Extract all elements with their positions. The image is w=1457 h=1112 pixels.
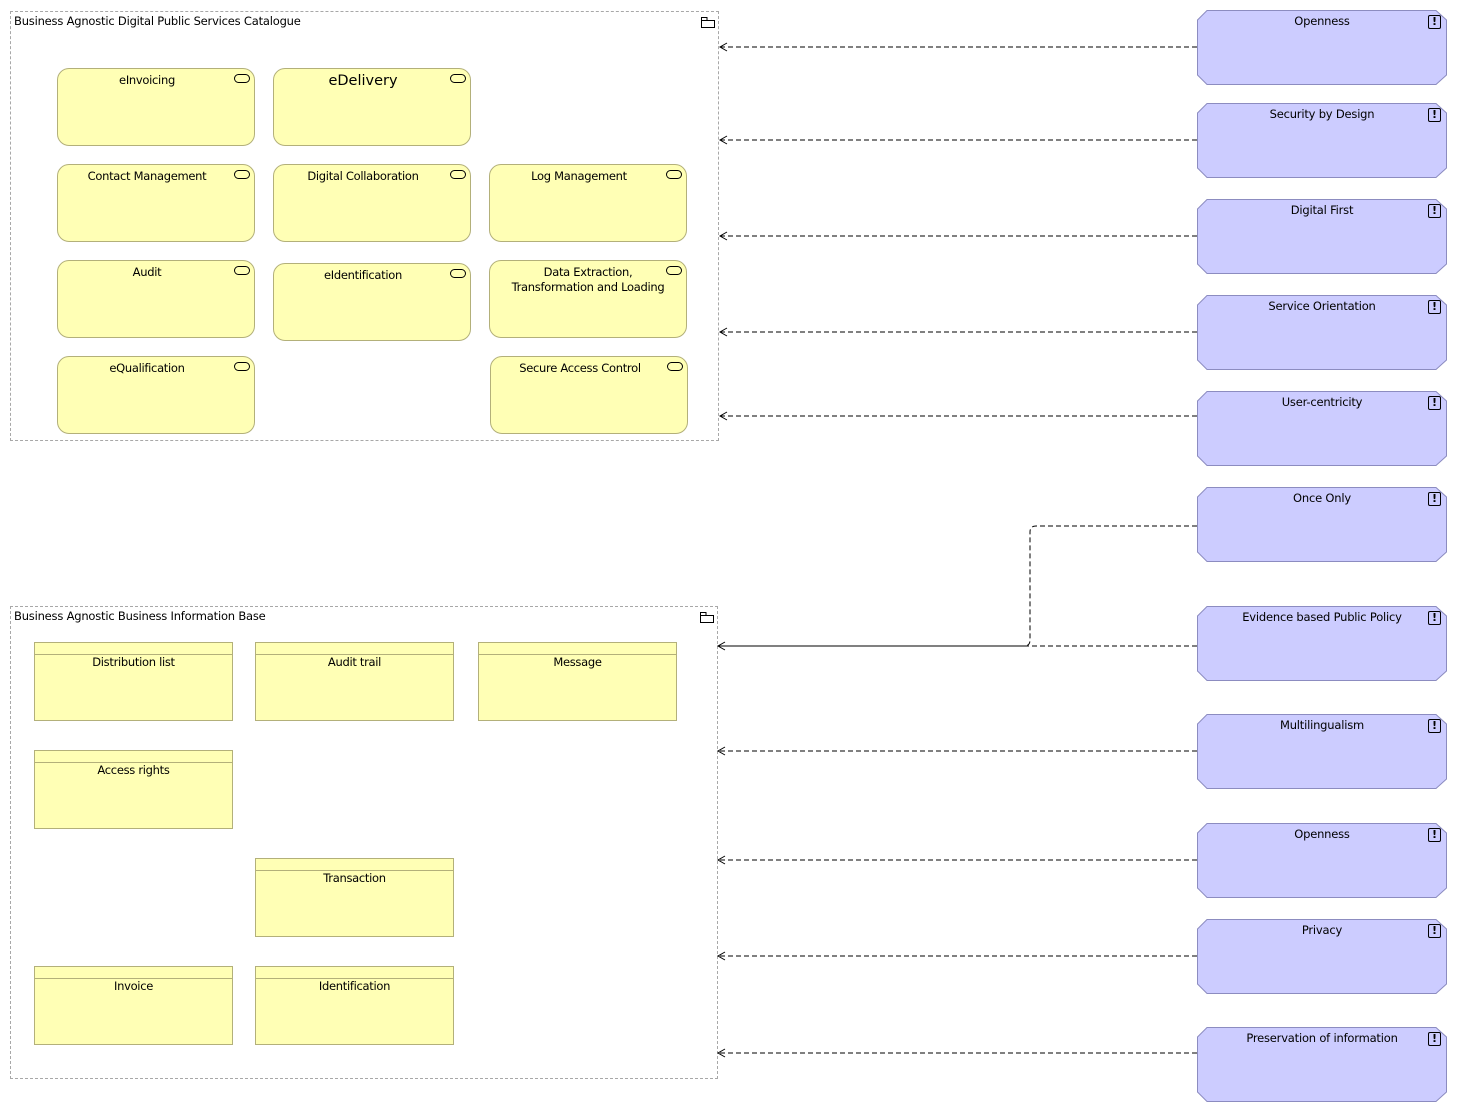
- service-icon: [450, 74, 466, 83]
- arrowhead-icon[interactable]: [716, 951, 726, 961]
- object-label: Audit trail: [327, 655, 382, 669]
- object-header: [479, 643, 676, 655]
- folder-icon: [700, 612, 714, 623]
- service-audit[interactable]: Audit: [57, 260, 255, 338]
- exclamation-icon: !: [1428, 828, 1441, 842]
- service-digital-collaboration[interactable]: Digital Collaboration: [273, 164, 471, 242]
- group-title: Business Agnostic Digital Public Service…: [14, 14, 301, 28]
- service-icon: [450, 269, 466, 278]
- arrowhead-icon[interactable]: [718, 135, 728, 145]
- principle-openness[interactable]: Openness!: [1197, 823, 1447, 898]
- service-contact-management[interactable]: Contact Management: [57, 164, 255, 242]
- principle-label: Service Orientation: [1268, 299, 1376, 313]
- service-edelivery[interactable]: eDelivery: [273, 68, 471, 146]
- principle-label: Multilingualism: [1279, 718, 1364, 732]
- object-header: [35, 751, 232, 763]
- service-label: Contact Management: [87, 169, 207, 183]
- object-access-rights[interactable]: Access rights: [34, 750, 233, 829]
- service-icon: [450, 170, 466, 179]
- object-header: [35, 967, 232, 979]
- exclamation-icon: !: [1428, 1032, 1441, 1046]
- principle-label: Privacy: [1301, 923, 1343, 937]
- object-header: [256, 859, 453, 871]
- service-label: Secure Access Control: [519, 361, 641, 375]
- exclamation-icon: !: [1428, 924, 1441, 938]
- service-label: Data Extraction, Transformation and Load…: [511, 265, 665, 294]
- group-title: Business Agnostic Business Information B…: [14, 609, 266, 623]
- principle-preservation-of-information[interactable]: Preservation of information!: [1197, 1027, 1447, 1102]
- principle-label: Security by Design: [1269, 107, 1375, 121]
- arrowhead-icon[interactable]: [716, 641, 726, 651]
- object-message[interactable]: Message: [478, 642, 677, 721]
- principle-evidence-based-public-policy[interactable]: Evidence based Public Policy!: [1197, 606, 1447, 681]
- service-label: Audit: [132, 265, 162, 279]
- principle-security-by-design[interactable]: Security by Design!: [1197, 103, 1447, 178]
- principle-label: User-centricity: [1281, 395, 1363, 409]
- object-label: Access rights: [97, 763, 170, 777]
- exclamation-icon: !: [1428, 492, 1441, 506]
- object-label: Distribution list: [92, 655, 175, 669]
- object-audit-trail[interactable]: Audit trail: [255, 642, 454, 721]
- object-identification[interactable]: Identification: [255, 966, 454, 1045]
- exclamation-icon: !: [1428, 300, 1441, 314]
- object-label: Message: [553, 655, 602, 669]
- service-label: eQualification: [109, 361, 185, 375]
- service-label: eInvoicing: [119, 73, 175, 87]
- principle-label: Evidence based Public Policy: [1242, 610, 1402, 624]
- principle-user-centricity[interactable]: User-centricity!: [1197, 391, 1447, 466]
- service-log-management[interactable]: Log Management: [489, 164, 687, 242]
- object-label: Identification: [318, 979, 391, 993]
- service-eidentification[interactable]: eIdentification: [273, 263, 471, 341]
- service-icon: [667, 362, 683, 371]
- service-label: Digital Collaboration: [307, 169, 419, 183]
- service-secure-access-control[interactable]: Secure Access Control: [490, 356, 688, 434]
- exclamation-icon: !: [1428, 611, 1441, 625]
- arrowhead-icon[interactable]: [716, 746, 726, 756]
- principle-label: Openness: [1294, 14, 1350, 28]
- arrowhead-icon[interactable]: [718, 42, 728, 52]
- object-label: Transaction: [323, 871, 386, 885]
- service-icon: [234, 362, 250, 371]
- folder-icon: [701, 17, 715, 28]
- principle-label: Openness: [1294, 827, 1350, 841]
- object-header: [256, 967, 453, 979]
- object-invoice[interactable]: Invoice: [34, 966, 233, 1045]
- service-icon: [666, 266, 682, 275]
- exclamation-icon: !: [1428, 204, 1441, 218]
- service-label: eDelivery: [328, 73, 398, 89]
- principle-digital-first[interactable]: Digital First!: [1197, 199, 1447, 274]
- service-data-extraction[interactable]: Data Extraction, Transformation and Load…: [489, 260, 687, 338]
- principle-label: Preservation of information: [1246, 1031, 1398, 1045]
- service-icon: [666, 170, 682, 179]
- service-einvoicing[interactable]: eInvoicing: [57, 68, 255, 146]
- principle-label: Once Only: [1293, 491, 1351, 505]
- object-label: Invoice: [113, 979, 153, 993]
- object-header: [256, 643, 453, 655]
- exclamation-icon: !: [1428, 15, 1441, 29]
- service-label: eIdentification: [324, 268, 402, 282]
- principle-service-orientation[interactable]: Service Orientation!: [1197, 295, 1447, 370]
- influence-line[interactable]: [1023, 525, 1197, 647]
- service-label: Log Management: [531, 169, 627, 183]
- service-icon: [234, 170, 250, 179]
- arrowhead-icon[interactable]: [718, 231, 728, 241]
- exclamation-icon: !: [1428, 719, 1441, 733]
- principle-once-only[interactable]: Once Only!: [1197, 487, 1447, 562]
- exclamation-icon: !: [1428, 108, 1441, 122]
- principle-openness[interactable]: Openness!: [1197, 10, 1447, 85]
- object-transaction[interactable]: Transaction: [255, 858, 454, 937]
- service-icon: [234, 266, 250, 275]
- exclamation-icon: !: [1428, 396, 1441, 410]
- principle-label: Digital First: [1290, 203, 1354, 217]
- principle-privacy[interactable]: Privacy!: [1197, 919, 1447, 994]
- arrowhead-icon[interactable]: [716, 855, 726, 865]
- principle-multilingualism[interactable]: Multilingualism!: [1197, 714, 1447, 789]
- object-header: [35, 643, 232, 655]
- arrowhead-icon[interactable]: [718, 411, 728, 421]
- object-distribution-list[interactable]: Distribution list: [34, 642, 233, 721]
- arrowhead-icon[interactable]: [718, 327, 728, 337]
- service-icon: [234, 74, 250, 83]
- arrowhead-icon[interactable]: [716, 1048, 726, 1058]
- service-equalification[interactable]: eQualification: [57, 356, 255, 434]
